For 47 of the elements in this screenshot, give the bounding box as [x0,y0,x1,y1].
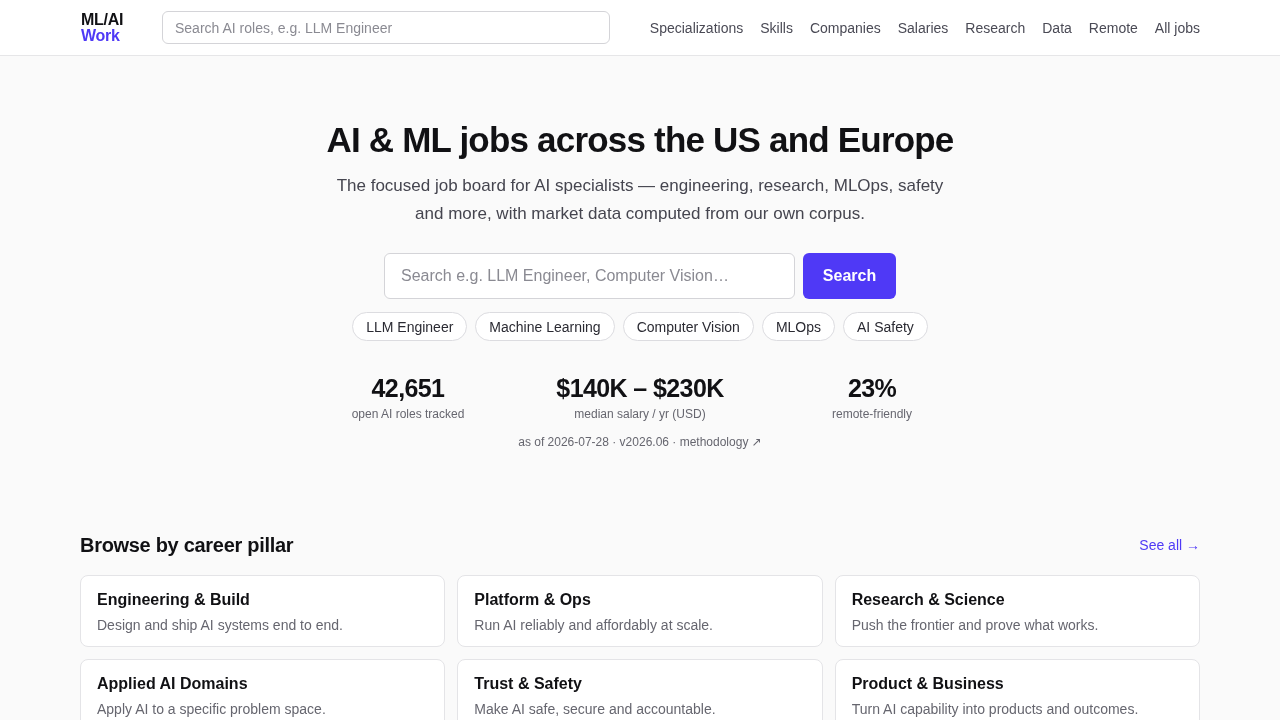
pillar-card[interactable]: Research & Science Push the frontier and prove what works. [834,575,1200,647]
card-description: Push the frontier and prove what works. [851,616,1100,635]
section-title: Browse by career pillar [80,533,294,558]
card-description: Run AI reliably and affordably at scale. [474,616,714,635]
nav-link[interactable]: Data [1042,19,1072,36]
pillar-card[interactable]: Engineering & Build Design and ship AI systems end to end. [80,575,446,647]
card-title: Platform & Ops [474,590,592,610]
card-description: Turn AI capability into products and outcomes. [851,700,1140,719]
nav-link[interactable]: Skills [760,19,793,36]
role-chip[interactable]: MLOps [761,312,835,341]
data-freshness-note: as of 2026-07-28 · v2026.06 · methodology ↗ [518,434,762,450]
pillar-card[interactable]: Platform & Ops Run AI reliably and affordably at scale. [457,575,823,647]
nav-link[interactable]: All jobs [1154,19,1200,36]
card-description: Design and ship AI systems end to end. [97,616,344,635]
role-chip[interactable]: Machine Learning [475,312,615,341]
site-logo[interactable]: ML/AI Work [81,11,162,44]
card-description: Apply AI to a specific problem space. [97,700,327,719]
search-field[interactable]: Search AI roles, e.g. LLM Engineer [162,11,610,44]
hero-subtitle: The focused job board for AI specialists — engineering, research, MLOps, safety and more, with market data computed from our own corpus. [335,175,945,225]
role-chip[interactable]: Computer Vision [622,312,754,341]
nav-link[interactable]: Salaries [897,19,949,36]
card-title: Trust & Safety [474,674,583,694]
stat-value: 23% [847,373,897,403]
stat-label: open AI roles tracked [351,406,465,422]
methodology-link[interactable]: methodology ↗ [679,435,762,449]
stat-value: $140K – $230K [556,373,724,403]
card-title: Product & Business [851,674,1005,694]
card-title: Engineering & Build [97,590,251,610]
pillar-card[interactable]: Product & Business Turn AI capability into products and outcomes. [834,659,1200,720]
stat-value: 42,651 [371,373,445,403]
see-all-link[interactable]: See all → [1139,537,1200,553]
search-button[interactable]: Search [803,253,896,299]
hero-title: AI & ML jobs across the US and Europe [326,120,954,160]
nav-link[interactable]: Research [965,19,1026,36]
pillar-card[interactable]: Applied AI Domains Apply AI to a specific problem space. [80,659,446,720]
nav-link[interactable]: Specializations [649,19,744,36]
nav-link[interactable]: Remote [1088,19,1138,36]
role-chip[interactable]: AI Safety [843,312,928,341]
pillar-card[interactable]: Trust & Safety Make AI safe, secure and accountable. [457,659,823,720]
search-field[interactable]: Search e.g. LLM Engineer, Computer Vision… [384,253,795,299]
card-title: Applied AI Domains [97,674,249,694]
stat-label: median salary / yr (USD) [574,406,706,422]
card-title: Research & Science [851,590,1006,610]
role-chip[interactable]: LLM Engineer [352,312,468,341]
card-description: Make AI safe, secure and accountable. [474,700,717,719]
stat-label: remote-friendly [832,406,912,422]
nav-link[interactable]: Companies [809,19,881,36]
